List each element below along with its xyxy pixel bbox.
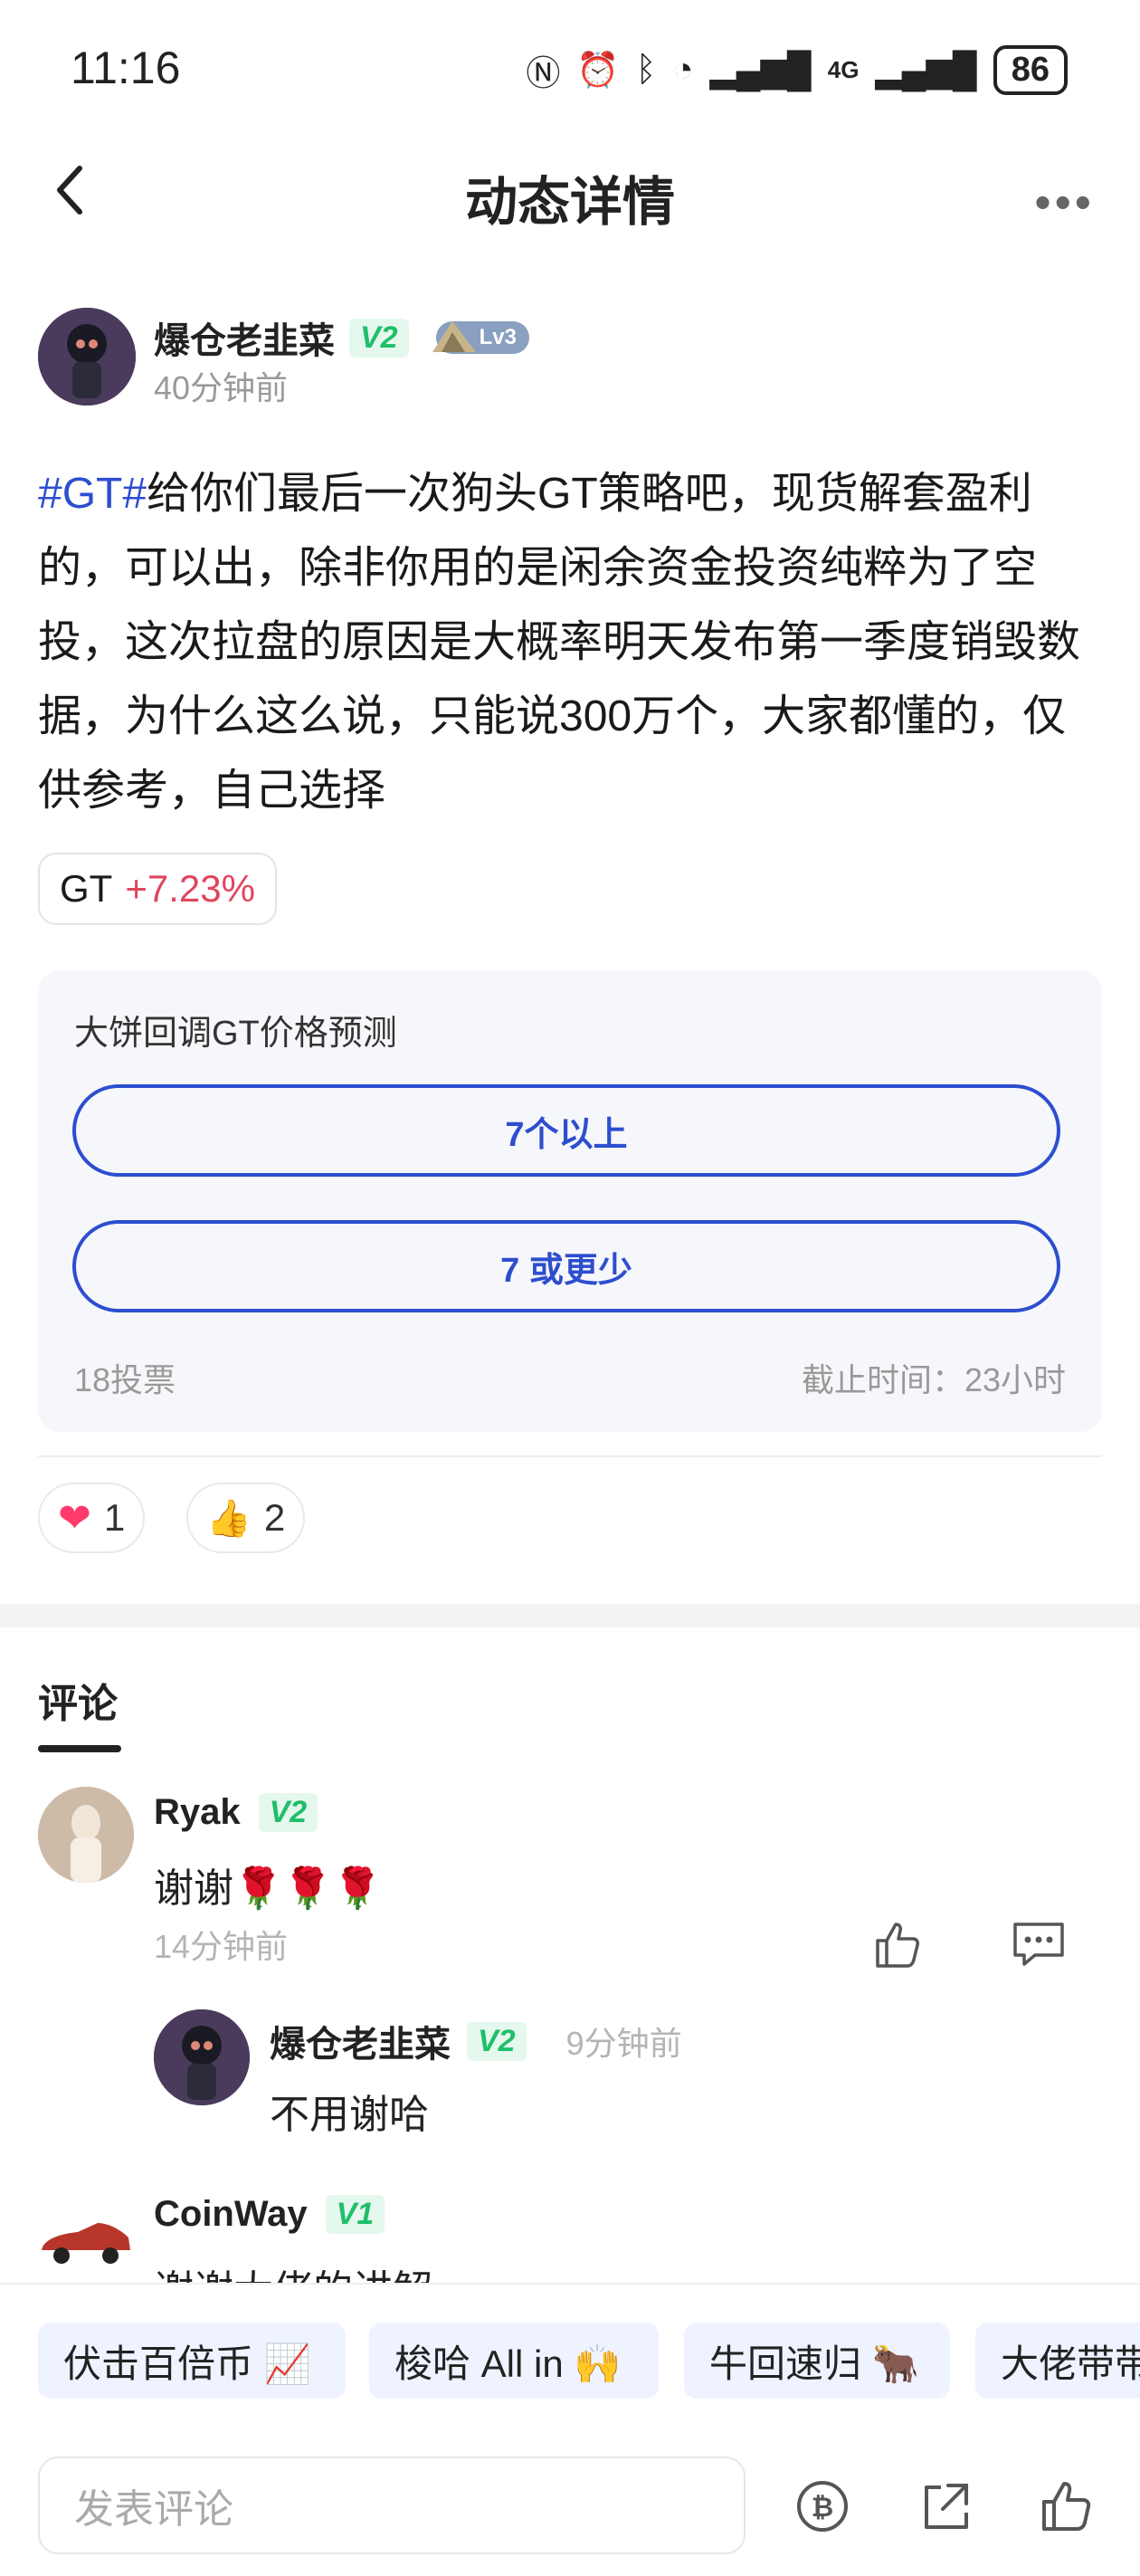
share-icon[interactable] [916, 2476, 975, 2536]
status-time: 11:16 [71, 43, 181, 93]
comment-time: 14分钟前 [154, 1928, 289, 1965]
comment-text: 谢谢🌹🌹🌹 [154, 1866, 383, 1911]
reaction-heart[interactable]: ❤ 1 [38, 1483, 146, 1553]
comment-input[interactable]: 发表评论 [38, 2457, 746, 2554]
coin-symbol: GT [60, 867, 113, 910]
poll-option-2[interactable]: 7 或更少 [72, 1220, 1060, 1312]
commenter-avatar-car[interactable] [38, 2209, 134, 2272]
poll-title: 大饼回调GT价格预测 [74, 1015, 397, 1053]
like-post-icon[interactable] [1037, 2476, 1097, 2536]
verified-badge-2: V1 [325, 2195, 385, 2234]
bluetooth-icon: ᛒ [635, 51, 657, 89]
svg-text:₿: ₿ [812, 2493, 833, 2523]
network-type: 4G [827, 56, 860, 83]
nfc-icon: Ⓝ [526, 55, 561, 93]
commenter-avatar[interactable] [38, 1787, 134, 1883]
bottom-comment-bar: 伏击百倍币 📈 梭哈 All in 🙌 牛回速归 🐂 大佬带带 发表评论 ₿ [0, 2283, 1140, 2576]
coin-chip[interactable]: GT +7.23% [38, 853, 277, 925]
level-mountain-icon [432, 321, 476, 352]
reply-author-name[interactable]: 爆仓老韭菜 [270, 2015, 451, 2067]
page-title: 动态详情 [464, 173, 675, 232]
tip-coin-icon[interactable]: ₿ [793, 2476, 852, 2536]
reply-time: 9分钟前 [565, 2025, 682, 2062]
heart-count: 1 [103, 1496, 126, 1539]
signal-icon: ▂▄▆█ [709, 52, 812, 90]
commenter-name-2[interactable]: CoinWay [154, 2194, 308, 2235]
post-content: #GT#给你们最后一次狗头GT策略吧，现货解套盈利的，可以出，除非你用的是闲余资… [38, 457, 1106, 828]
coin-change: +7.23% [125, 867, 255, 910]
more-options-icon[interactable]: ••• [1034, 176, 1095, 230]
quick-reply-2[interactable]: 梭哈 All in 🙌 [369, 2323, 659, 2399]
author-avatar[interactable] [38, 308, 136, 405]
verified-badge: V2 [349, 318, 409, 358]
heart-icon: ❤ [58, 1495, 91, 1541]
post-text: 给你们最后一次狗头GT策略吧，现货解套盈利的，可以出，除非你用的是闲余资金投资纯… [38, 470, 1081, 815]
reply-text: 不用谢哈 [270, 2093, 429, 2137]
post-hashtag[interactable]: #GT# [38, 470, 147, 518]
tab-comments[interactable]: 评论 [38, 1671, 118, 1729]
poll-option-1[interactable]: 7个以上 [72, 1084, 1060, 1177]
reaction-thumbs[interactable]: 👍 2 [186, 1483, 306, 1553]
section-separator [0, 1604, 1140, 1627]
poll-card: 大饼回调GT价格预测 7个以上 7 或更少 18投票 截止时间：23小时 [38, 970, 1102, 1432]
signal-icon-2: ▂▄▆█ [875, 52, 977, 90]
commenter-name[interactable]: Ryak [154, 1792, 241, 1833]
battery-indicator: 86 [993, 45, 1068, 95]
reply-icon[interactable] [1010, 1917, 1068, 1971]
poll-votes: 18投票 [74, 1361, 176, 1398]
verified-badge: V2 [467, 2021, 527, 2061]
verified-badge: V2 [258, 1793, 318, 1832]
status-bar: 11:16 Ⓝ ⏰ ᛒ ◔ ▂▄▆█ 4G ▂▄▆█ 86 [0, 0, 1140, 136]
thumbs-count: 2 [263, 1496, 286, 1539]
alarm-icon: ⏰ [576, 51, 620, 90]
reply-avatar[interactable] [154, 2009, 250, 2105]
status-icons: Ⓝ ⏰ ᛒ ◔ ▂▄▆█ 4G ▂▄▆█ 86 [526, 45, 1068, 95]
quick-reply-1[interactable]: 伏击百倍币 📈 [38, 2323, 346, 2399]
poll-deadline: 截止时间：23小时 [801, 1361, 1066, 1398]
like-icon[interactable] [870, 1917, 925, 1971]
tab-underline [38, 1745, 121, 1752]
post-time: 40分钟前 [154, 369, 289, 406]
divider [38, 1455, 1102, 1457]
quick-reply-4[interactable]: 大佬带带 [975, 2323, 1140, 2399]
wifi-icon: ◔ [672, 51, 694, 89]
author-name[interactable]: 爆仓老韭菜 [154, 311, 335, 364]
quick-reply-3[interactable]: 牛回速归 🐂 [684, 2323, 950, 2399]
thumbs-up-icon: 👍 [206, 1498, 252, 1539]
level-badge: Lv3 [432, 321, 529, 354]
